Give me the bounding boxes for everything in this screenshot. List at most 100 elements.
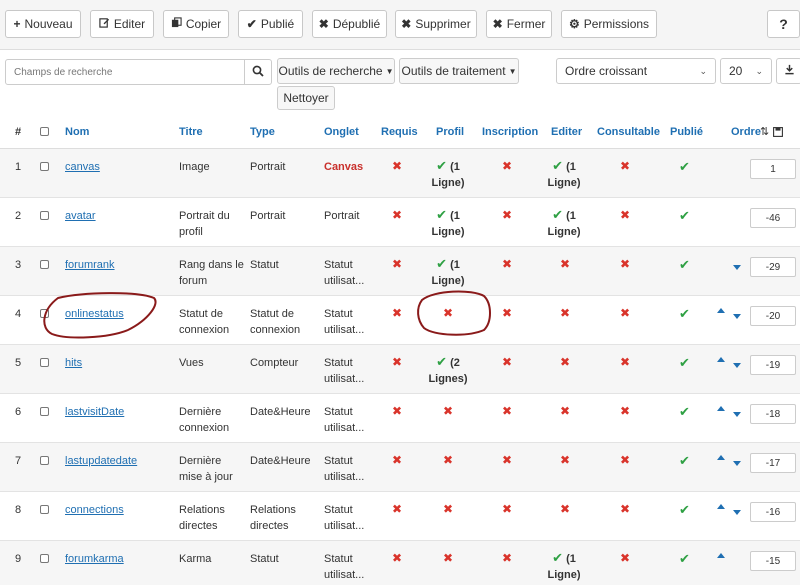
- editor-no-icon[interactable]: ✖: [560, 502, 570, 516]
- field-name-link[interactable]: forumkarma: [65, 551, 124, 567]
- viewable-no-icon[interactable]: ✖: [620, 159, 630, 173]
- edit-button[interactable]: Editer: [90, 10, 154, 38]
- move-down-icon[interactable]: [733, 510, 741, 515]
- registration-no-icon[interactable]: ✖: [502, 355, 512, 369]
- move-down-icon[interactable]: [733, 412, 741, 417]
- order-input[interactable]: [750, 208, 796, 228]
- export-button[interactable]: [776, 58, 800, 84]
- search-tools-button[interactable]: Outils de recherche ▼: [277, 58, 395, 84]
- published-check-icon[interactable]: ✔: [679, 453, 690, 469]
- required-no-icon[interactable]: ✖: [392, 306, 402, 320]
- col-viewable[interactable]: Consultable: [597, 126, 660, 138]
- profile-no-icon[interactable]: ✖: [443, 404, 453, 418]
- published-check-icon[interactable]: ✔: [679, 257, 690, 273]
- row-checkbox[interactable]: [40, 358, 49, 367]
- move-up-icon[interactable]: [717, 553, 725, 558]
- registration-no-icon[interactable]: ✖: [502, 453, 512, 467]
- reset-button[interactable]: Nettoyer: [277, 86, 335, 110]
- viewable-no-icon[interactable]: ✖: [620, 208, 630, 222]
- viewable-no-icon[interactable]: ✖: [620, 257, 630, 271]
- copy-button[interactable]: Copier: [163, 10, 229, 38]
- viewable-no-icon[interactable]: ✖: [620, 404, 630, 418]
- row-checkbox[interactable]: [40, 505, 49, 514]
- required-no-icon[interactable]: ✖: [392, 208, 402, 222]
- viewable-no-icon[interactable]: ✖: [620, 306, 630, 320]
- viewable-no-icon[interactable]: ✖: [620, 355, 630, 369]
- order-input[interactable]: [750, 306, 796, 326]
- help-button[interactable]: ?: [767, 10, 800, 38]
- profile-no-icon[interactable]: ✖: [443, 551, 453, 565]
- search-button[interactable]: [244, 59, 272, 85]
- col-title[interactable]: Titre: [179, 126, 203, 138]
- move-down-icon[interactable]: [733, 363, 741, 368]
- published-check-icon[interactable]: ✔: [679, 306, 690, 322]
- field-name-link[interactable]: hits: [65, 355, 82, 371]
- published-check-icon[interactable]: ✔: [679, 551, 690, 567]
- row-checkbox[interactable]: [40, 309, 49, 318]
- row-checkbox[interactable]: [40, 407, 49, 416]
- published-check-icon[interactable]: ✔: [679, 502, 690, 518]
- field-name-link[interactable]: onlinestatus: [65, 306, 124, 322]
- registration-no-icon[interactable]: ✖: [502, 208, 512, 222]
- required-no-icon[interactable]: ✖: [392, 355, 402, 369]
- published-check-icon[interactable]: ✔: [679, 159, 690, 175]
- ordering-select[interactable]: Ordre croissant ⌄: [556, 58, 716, 84]
- field-name-link[interactable]: lastvisitDate: [65, 404, 124, 420]
- move-up-icon[interactable]: [717, 308, 725, 313]
- move-up-icon[interactable]: [717, 357, 725, 362]
- row-checkbox[interactable]: [40, 554, 49, 563]
- order-input[interactable]: [750, 502, 796, 522]
- search-input[interactable]: [5, 59, 245, 85]
- move-up-icon[interactable]: [717, 504, 725, 509]
- publish-button[interactable]: ✔ Publié: [238, 10, 303, 38]
- order-input[interactable]: [750, 355, 796, 375]
- row-checkbox[interactable]: [40, 211, 49, 220]
- select-all-checkbox[interactable]: [40, 127, 49, 136]
- unpublish-button[interactable]: ✖ Dépublié: [312, 10, 387, 38]
- move-down-icon[interactable]: [733, 461, 741, 466]
- editor-no-icon[interactable]: ✖: [560, 404, 570, 418]
- editor-no-icon[interactable]: ✖: [560, 355, 570, 369]
- sort-amount-icon[interactable]: ⇅: [760, 125, 769, 138]
- required-no-icon[interactable]: ✖: [392, 502, 402, 516]
- editor-no-icon[interactable]: ✖: [560, 257, 570, 271]
- viewable-no-icon[interactable]: ✖: [620, 551, 630, 565]
- editor-cell[interactable]: ✔ (1 Ligne): [540, 207, 588, 240]
- field-name-link[interactable]: connections: [65, 502, 124, 518]
- close-button[interactable]: ✖ Fermer: [486, 10, 552, 38]
- order-input[interactable]: [750, 404, 796, 424]
- registration-no-icon[interactable]: ✖: [502, 502, 512, 516]
- registration-no-icon[interactable]: ✖: [502, 257, 512, 271]
- order-input[interactable]: [750, 551, 796, 571]
- profile-cell[interactable]: ✔ (2 Lignes): [424, 354, 472, 387]
- move-up-icon[interactable]: [717, 406, 725, 411]
- row-checkbox[interactable]: [40, 162, 49, 171]
- profile-cell[interactable]: ✔ (1 Ligne): [424, 256, 472, 289]
- field-name-link[interactable]: lastupdatedate: [65, 453, 137, 469]
- col-name[interactable]: Nom: [65, 126, 89, 138]
- field-name-link[interactable]: forumrank: [65, 257, 115, 273]
- process-tools-button[interactable]: Outils de traitement ▼: [399, 58, 519, 84]
- profile-no-icon[interactable]: ✖: [443, 502, 453, 516]
- published-check-icon[interactable]: ✔: [679, 404, 690, 420]
- limit-select[interactable]: 20 ⌄: [720, 58, 772, 84]
- published-check-icon[interactable]: ✔: [679, 208, 690, 224]
- col-tab[interactable]: Onglet: [324, 126, 359, 138]
- required-no-icon[interactable]: ✖: [392, 257, 402, 271]
- profile-cell[interactable]: ✔ (1 Ligne): [424, 158, 472, 191]
- save-order-icon[interactable]: [773, 126, 783, 140]
- profile-cell[interactable]: ✔ (1 Ligne): [424, 207, 472, 240]
- required-no-icon[interactable]: ✖: [392, 551, 402, 565]
- viewable-no-icon[interactable]: ✖: [620, 453, 630, 467]
- permissions-button[interactable]: ⚙ Permissions: [561, 10, 657, 38]
- field-name-link[interactable]: avatar: [65, 208, 96, 224]
- registration-no-icon[interactable]: ✖: [502, 159, 512, 173]
- row-checkbox[interactable]: [40, 456, 49, 465]
- editor-cell[interactable]: ✔ (1 Ligne): [540, 550, 588, 583]
- col-order[interactable]: Ordre: [731, 126, 761, 138]
- required-no-icon[interactable]: ✖: [392, 159, 402, 173]
- move-up-icon[interactable]: [717, 455, 725, 460]
- editor-no-icon[interactable]: ✖: [560, 306, 570, 320]
- col-registration[interactable]: Inscription: [482, 126, 538, 138]
- col-published[interactable]: Publié: [670, 126, 703, 138]
